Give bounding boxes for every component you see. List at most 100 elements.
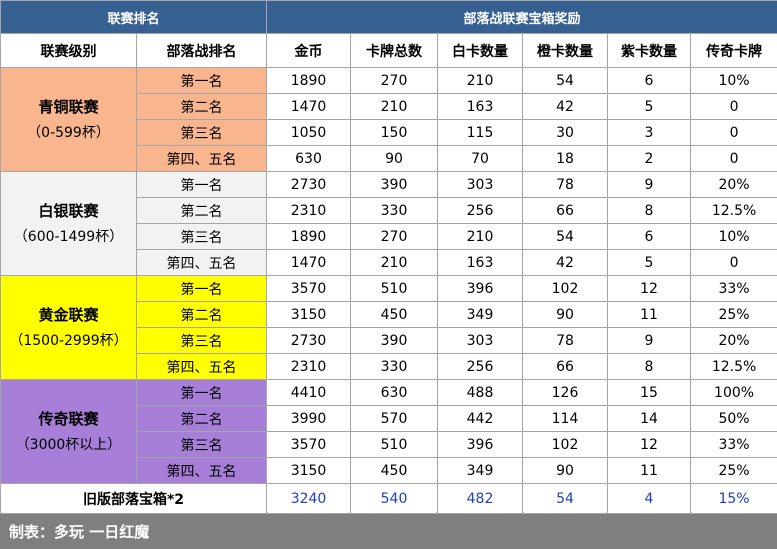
orange-cell: 102 (522, 431, 609, 458)
gold-cell: 3150 (266, 301, 352, 328)
white-cell: 256 (437, 197, 524, 224)
reward-table: 联赛排名 部落战联赛宝箱奖励 联赛级别 部落战排名 金币 卡牌总数 白卡数量 橙… (0, 0, 777, 549)
tier-cell: 黄金联赛 （1500-2999杯） (0, 275, 137, 380)
rank-cell: 第三名 (135, 327, 268, 354)
tier-cell: 传奇联赛 （3000杯以上） (0, 379, 137, 484)
total-cell: 390 (350, 327, 439, 354)
rank-cell: 第三名 (135, 119, 268, 146)
white-cell: 396 (437, 431, 524, 458)
gold-cell: 2730 (266, 171, 352, 198)
orange-cell: 66 (522, 353, 609, 380)
total-cell: 510 (350, 275, 439, 302)
old-version-label: 旧版部落宝箱*2 (0, 483, 268, 514)
gold-cell: 1470 (266, 93, 352, 120)
white-cell: 442 (437, 405, 524, 432)
tier-range: （1500-2999杯） (9, 332, 128, 349)
tier-name: 青铜联赛 (38, 97, 99, 116)
col-header-gold: 金币 (266, 33, 352, 68)
orange-cell: 78 (522, 171, 609, 198)
col-header-orange: 橙卡数量 (522, 33, 609, 68)
purple-cell: 12 (607, 275, 692, 302)
purple-cell: 9 (607, 171, 692, 198)
legend-cell: 20% (690, 171, 777, 198)
gold-cell: 1470 (266, 249, 352, 276)
old-white: 482 (437, 483, 524, 514)
orange-cell: 54 (522, 67, 609, 94)
gold-cell: 3150 (266, 457, 352, 484)
orange-cell: 66 (522, 197, 609, 224)
orange-cell: 90 (522, 301, 609, 328)
col-header-purple: 紫卡数量 (607, 33, 692, 68)
gold-cell: 1890 (266, 67, 352, 94)
rank-cell: 第二名 (135, 405, 268, 432)
total-cell: 90 (350, 145, 439, 172)
total-cell: 210 (350, 93, 439, 120)
gold-cell: 630 (266, 145, 352, 172)
tier-name: 传奇联赛 (38, 409, 99, 428)
col-header-total: 卡牌总数 (350, 33, 439, 68)
tier-range: （3000杯以上） (15, 436, 122, 453)
orange-cell: 30 (522, 119, 609, 146)
orange-cell: 78 (522, 327, 609, 354)
total-cell: 270 (350, 223, 439, 250)
rank-cell: 第四、五名 (135, 353, 268, 380)
legend-cell: 10% (690, 223, 777, 250)
old-version-row: 旧版部落宝箱*2 3240 540 482 54 4 15% (0, 483, 777, 514)
purple-cell: 8 (607, 197, 692, 224)
footer-credit: 制表：多玩 一日红魔 (0, 513, 777, 549)
total-cell: 330 (350, 197, 439, 224)
white-cell: 163 (437, 249, 524, 276)
legend-cell: 0 (690, 93, 777, 120)
gold-cell: 3990 (266, 405, 352, 432)
legend-cell: 0 (690, 249, 777, 276)
legend-cell: 10% (690, 67, 777, 94)
white-cell: 115 (437, 119, 524, 146)
legend-cell: 33% (690, 431, 777, 458)
table-row: 青铜联赛 （0-599杯） 第一名 1890 270 210 54 6 10% (0, 67, 777, 172)
purple-cell: 11 (607, 457, 692, 484)
total-cell: 630 (350, 379, 439, 406)
white-cell: 303 (437, 327, 524, 354)
purple-cell: 5 (607, 93, 692, 120)
gold-cell: 1050 (266, 119, 352, 146)
footer-row: 制表：多玩 一日红魔 (0, 513, 777, 549)
rank-cell: 第二名 (135, 197, 268, 224)
orange-cell: 42 (522, 93, 609, 120)
tier-range: （600-1499杯） (13, 228, 124, 245)
purple-cell: 3 (607, 119, 692, 146)
purple-cell: 9 (607, 327, 692, 354)
purple-cell: 14 (607, 405, 692, 432)
rank-cell: 第二名 (135, 301, 268, 328)
legend-cell: 0 (690, 119, 777, 146)
rank-cell: 第一名 (135, 379, 268, 406)
total-cell: 510 (350, 431, 439, 458)
old-legend: 15% (690, 483, 777, 514)
gold-cell: 1890 (266, 223, 352, 250)
total-cell: 150 (350, 119, 439, 146)
table-row: 黄金联赛 （1500-2999杯） 第一名 3570 510 396 102 12 33% (0, 275, 777, 380)
purple-cell: 6 (607, 223, 692, 250)
purple-cell: 11 (607, 301, 692, 328)
tier-cell: 白银联赛 （600-1499杯） (0, 171, 137, 276)
column-header-row: 联赛级别 部落战排名 金币 卡牌总数 白卡数量 橙卡数量 紫卡数量 传奇卡牌 (0, 33, 777, 68)
orange-cell: 54 (522, 223, 609, 250)
purple-cell: 6 (607, 67, 692, 94)
gold-cell: 3570 (266, 431, 352, 458)
gold-cell: 4410 (266, 379, 352, 406)
purple-cell: 8 (607, 353, 692, 380)
total-cell: 270 (350, 67, 439, 94)
legend-cell: 50% (690, 405, 777, 432)
col-header-level: 联赛级别 (0, 33, 137, 68)
purple-cell: 2 (607, 145, 692, 172)
orange-cell: 126 (522, 379, 609, 406)
group-header-rewards: 部落战联赛宝箱奖励 (266, 0, 777, 34)
orange-cell: 114 (522, 405, 609, 432)
old-gold: 3240 (266, 483, 352, 514)
legend-cell: 33% (690, 275, 777, 302)
white-cell: 349 (437, 301, 524, 328)
legend-cell: 100% (690, 379, 777, 406)
legend-cell: 25% (690, 457, 777, 484)
orange-cell: 90 (522, 457, 609, 484)
tier-name: 白银联赛 (38, 201, 99, 220)
legend-cell: 25% (690, 301, 777, 328)
